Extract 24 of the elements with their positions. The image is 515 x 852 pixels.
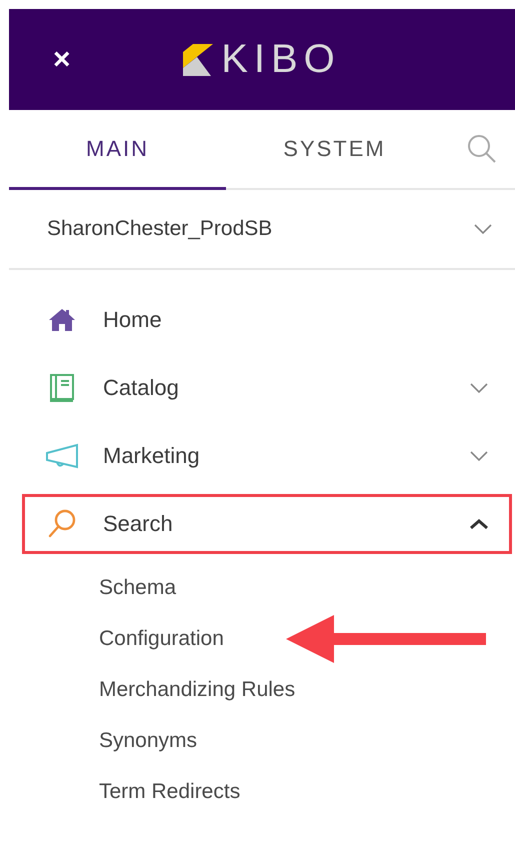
- search-icon: [467, 134, 497, 164]
- sub-nav-link[interactable]: Term Redirects: [99, 780, 240, 804]
- home-icon: [48, 307, 76, 333]
- search-icon: [47, 509, 77, 539]
- sub-nav-link[interactable]: Configuration: [99, 626, 224, 650]
- nav-tab[interactable]: SYSTEM: [226, 110, 443, 190]
- megaphone-icon: [45, 442, 79, 470]
- chevron-icon: [473, 223, 493, 235]
- nav-item[interactable]: Marketing: [22, 426, 512, 486]
- nav-tab[interactable]: MAIN: [9, 110, 226, 190]
- chevron-icon: [469, 518, 489, 530]
- close-button[interactable]: ×: [49, 44, 75, 74]
- logo-mark-icon: [183, 44, 214, 76]
- chevron-icon: [469, 450, 489, 462]
- logo-text: KIBO: [221, 37, 341, 82]
- nav-item[interactable]: Home: [22, 290, 512, 350]
- chevron-icon: [469, 382, 489, 394]
- nav-item[interactable]: Catalog: [22, 358, 512, 418]
- book-icon: [49, 373, 75, 403]
- sub-nav-link[interactable]: Merchandizing Rules: [99, 678, 296, 702]
- tenant-dropdown[interactable]: SharonChester_ProdSB: [9, 190, 515, 270]
- nav-item[interactable]: Search: [22, 494, 512, 554]
- sub-nav-link[interactable]: Schema: [99, 576, 176, 600]
- sub-nav-link[interactable]: Synonyms: [99, 728, 198, 752]
